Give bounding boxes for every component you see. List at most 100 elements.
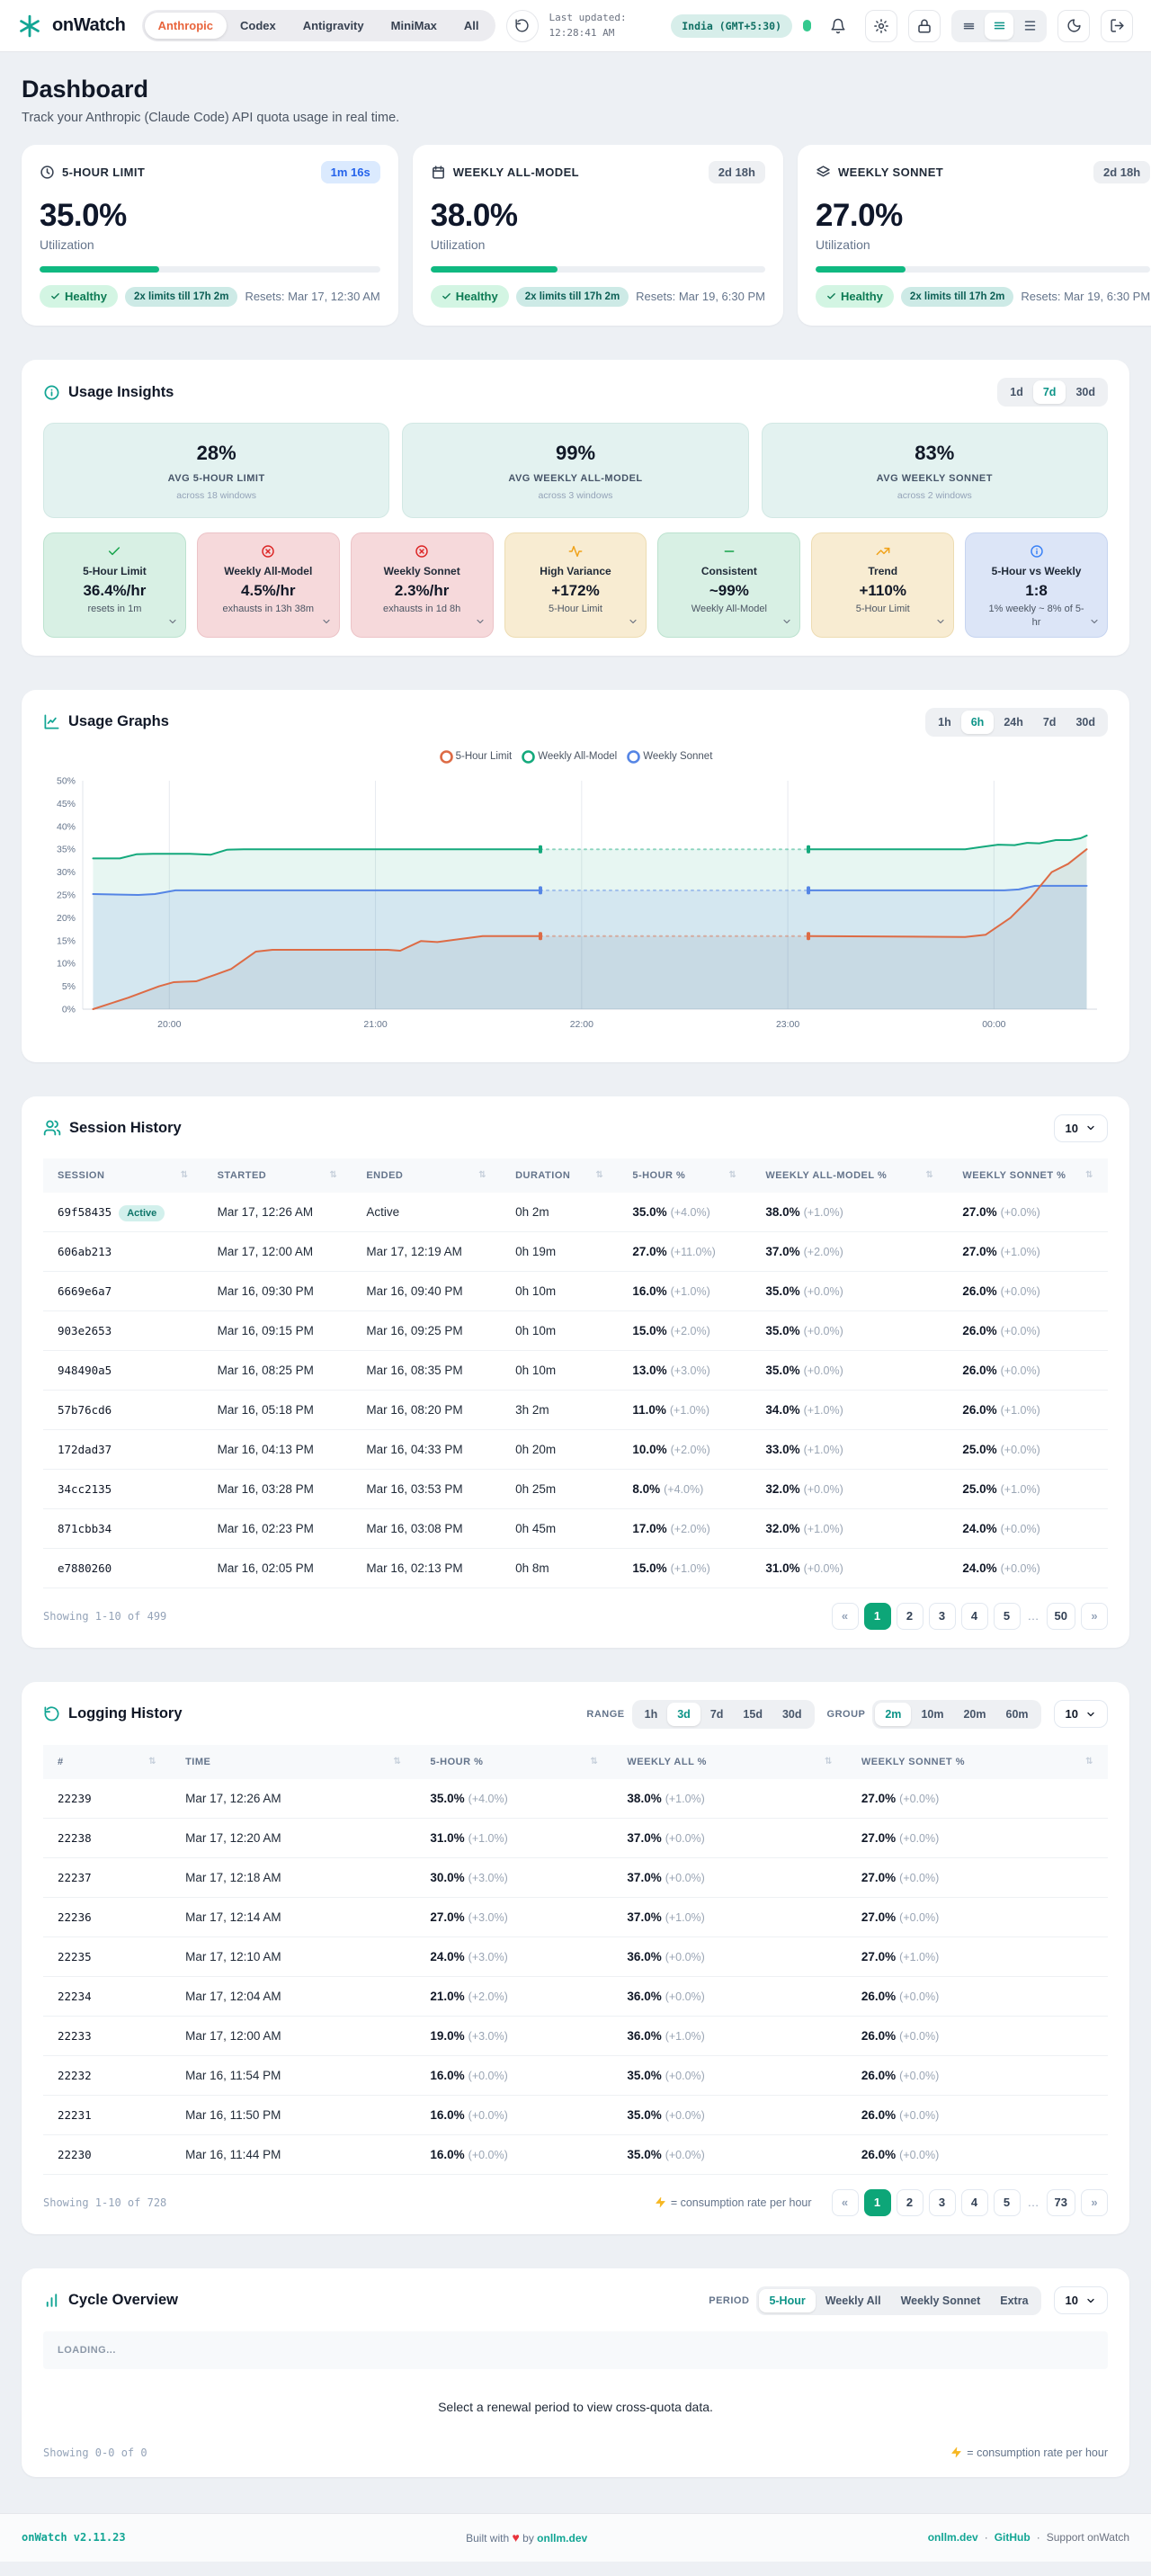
logging-group-10m[interactable]: 10m: [911, 1703, 953, 1726]
sessions-col-weekly-sonnet-[interactable]: WEEKLY SONNET % ⇅: [948, 1158, 1108, 1193]
log-row-22234: 22234 Mar 17, 12:04 AM 21.0% (+2.0%) 36.0% (+…: [43, 1976, 1108, 2017]
sessions-col-started[interactable]: STARTED ⇅: [202, 1158, 352, 1193]
github-link[interactable]: GitHub: [995, 2531, 1031, 2544]
sessions-page-50[interactable]: 50: [1046, 1602, 1075, 1630]
notifications-button[interactable]: [822, 9, 854, 42]
insight-card-5-hour-limit[interactable]: 5-Hour Limit 36.4%/hr resets in 1m: [43, 532, 186, 638]
clock-blue-icon: [1030, 545, 1043, 558]
product-tab-minimax[interactable]: MiniMax: [378, 13, 451, 39]
insight-card-weekly-sonnet[interactable]: Weekly Sonnet 2.3%/hr exhausts in 1d 8h: [350, 532, 494, 638]
support-link[interactable]: Support onWatch: [1047, 2531, 1129, 2544]
builder-link[interactable]: onllm.dev: [537, 2532, 587, 2545]
logging-range-7d[interactable]: 7d: [700, 1703, 734, 1726]
insight-card-weekly-all-model[interactable]: Weekly All-Model 4.5%/hr exhausts in 13h 3…: [196, 532, 340, 638]
countdown-badge: 1m 16s: [320, 161, 380, 183]
sessions-page-next[interactable]: »: [1081, 1602, 1108, 1630]
sessions-col-duration[interactable]: DURATION ⇅: [501, 1158, 619, 1193]
layers-icon: [816, 165, 830, 177]
logging-group-20m[interactable]: 20m: [953, 1703, 995, 1726]
logging-page-3[interactable]: 3: [928, 2188, 956, 2216]
product-tab-all[interactable]: All: [451, 13, 493, 39]
logging-col--[interactable]: # ⇅: [43, 1744, 172, 1779]
logging-col-time[interactable]: TIME ⇅: [171, 1744, 416, 1779]
density-comfortable-button[interactable]: [985, 12, 1013, 40]
legend-item-weekly-all-model[interactable]: Weekly All-Model: [521, 749, 617, 765]
insight-card-5-hour-vs-weekly[interactable]: 5-Hour vs Weekly 1:8 1% weekly ~ 8% of 5-h…: [965, 532, 1108, 638]
logging-col-weekly-sonnet-[interactable]: WEEKLY SONNET % ⇅: [846, 1744, 1108, 1779]
legend-item-5-hour-limit[interactable]: 5-Hour Limit: [439, 749, 512, 765]
svg-text:35%: 35%: [57, 844, 76, 854]
onllm-link[interactable]: onllm.dev: [928, 2531, 978, 2544]
log-number: 22239: [58, 1791, 92, 1805]
sessions-col-weekly-all-model-[interactable]: WEEKLY ALL-MODEL % ⇅: [751, 1158, 949, 1193]
logging-group-60m[interactable]: 60m: [996, 1703, 1039, 1726]
product-tab-codex[interactable]: Codex: [227, 13, 290, 39]
logging-page-5[interactable]: 5: [993, 2188, 1021, 2216]
logging-per-page-select[interactable]: 10: [1053, 1700, 1108, 1729]
cycle-per-page-select[interactable]: 10: [1053, 2286, 1108, 2315]
average-sub: across 2 windows: [897, 490, 972, 501]
log-number: 22233: [58, 2028, 92, 2043]
insight-card-value: 36.4%/hr: [83, 582, 147, 599]
logging-range-3d[interactable]: 3d: [667, 1702, 700, 1726]
timezone-badge[interactable]: India (GMT+5:30): [671, 13, 792, 38]
x-circle-icon: [262, 545, 274, 558]
logout-icon: [1110, 19, 1124, 32]
refresh-button[interactable]: [505, 9, 539, 42]
graphs-range-1h[interactable]: 1h: [928, 711, 961, 734]
legend-ring-icon: [439, 749, 453, 764]
sessions-col-session[interactable]: SESSION ⇅: [43, 1158, 203, 1193]
insight-card-consistent[interactable]: Consistent ~99% Weekly All-Model: [657, 532, 801, 638]
sessions-page-1[interactable]: 1: [863, 1602, 891, 1630]
logging-range-30d[interactable]: 30d: [772, 1703, 812, 1726]
sessions-page-5[interactable]: 5: [993, 1602, 1021, 1630]
sessions-per-page-select[interactable]: 10: [1053, 1114, 1108, 1142]
sessions-page-prev[interactable]: «: [831, 1602, 859, 1630]
insights-range-30d[interactable]: 30d: [1066, 380, 1105, 404]
logging-page-4[interactable]: 4: [960, 2188, 988, 2216]
range-label: RANGE: [586, 1708, 625, 1720]
logging-group-2m[interactable]: 2m: [875, 1702, 912, 1726]
insight-card-title: High Variance: [540, 565, 611, 577]
cycle-period-5-hour[interactable]: 5-Hour: [759, 2288, 816, 2312]
theme-toggle-button[interactable]: [1057, 9, 1090, 42]
graphs-range-segment: 1h 6h 24h 7d 30d: [925, 707, 1108, 737]
logging-page-next[interactable]: »: [1081, 2188, 1108, 2216]
settings-button[interactable]: [865, 9, 897, 42]
sessions-page-4[interactable]: 4: [960, 1602, 988, 1630]
graphs-range-6h[interactable]: 6h: [960, 710, 995, 734]
product-tab-antigravity[interactable]: Antigravity: [290, 13, 378, 39]
cycle-period-weekly-all[interactable]: Weekly All: [816, 2289, 891, 2312]
insights-range-1d[interactable]: 1d: [1000, 380, 1033, 404]
graphs-range-7d[interactable]: 7d: [1033, 711, 1066, 734]
logging-range-15d[interactable]: 15d: [733, 1703, 772, 1726]
sessions-col-5-hour-[interactable]: 5-HOUR % ⇅: [618, 1158, 752, 1193]
logging-col-5-hour-[interactable]: 5-HOUR % ⇅: [415, 1744, 613, 1779]
logging-page-prev[interactable]: «: [831, 2188, 859, 2216]
density-compact-button[interactable]: [954, 13, 983, 40]
sessions-page-2[interactable]: 2: [896, 1602, 923, 1630]
density-compact-icon: [963, 22, 974, 30]
product-tab-anthropic[interactable]: Anthropic: [144, 13, 227, 39]
sessions-page-3[interactable]: 3: [928, 1602, 956, 1630]
logging-page-2[interactable]: 2: [896, 2188, 923, 2216]
sessions-ellipsis: …: [1027, 1609, 1039, 1623]
legend-item-weekly-sonnet[interactable]: Weekly Sonnet: [626, 749, 712, 765]
lock-button[interactable]: [908, 9, 941, 42]
product-tabs: Anthropic Codex Antigravity MiniMax All: [141, 10, 495, 41]
logging-page-1[interactable]: 1: [863, 2188, 891, 2216]
insight-card-high-variance[interactable]: High Variance +172% 5-Hour Limit: [504, 532, 647, 638]
logging-page-73[interactable]: 73: [1046, 2188, 1075, 2216]
graphs-range-24h[interactable]: 24h: [994, 711, 1033, 734]
density-spacious-button[interactable]: [1015, 13, 1044, 40]
logging-per-page-value: 10: [1065, 1707, 1078, 1722]
insight-card-trend[interactable]: Trend +110% 5-Hour Limit: [811, 532, 955, 638]
graphs-range-30d[interactable]: 30d: [1066, 711, 1105, 734]
cycle-period-weekly-sonnet[interactable]: Weekly Sonnet: [891, 2289, 991, 2312]
logout-button[interactable]: [1101, 9, 1133, 42]
logging-col-weekly-all-[interactable]: WEEKLY ALL % ⇅: [612, 1744, 847, 1779]
insights-range-7d[interactable]: 7d: [1032, 380, 1066, 404]
logging-range-1h[interactable]: 1h: [635, 1703, 668, 1726]
sessions-col-ended[interactable]: ENDED ⇅: [352, 1158, 502, 1193]
cycle-period-extra[interactable]: Extra: [990, 2289, 1038, 2312]
